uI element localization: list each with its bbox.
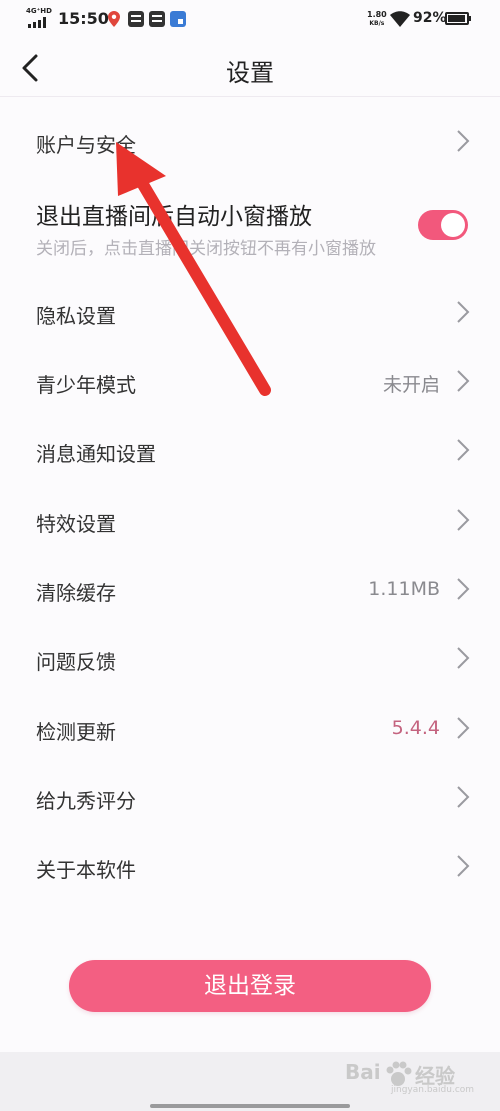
settings-row-notifications[interactable]: 消息通知设置 [0, 416, 500, 484]
notification-app-icon-2 [149, 11, 165, 27]
page-title: 设置 [226, 59, 274, 87]
chevron-right-icon [457, 717, 470, 739]
settings-row-rate-app[interactable]: 给九秀评分 [0, 763, 500, 831]
chevron-right-icon [457, 786, 470, 808]
notification-app-icon-3 [170, 11, 186, 27]
row-label: 隐私设置 [36, 304, 116, 328]
chevron-right-icon [457, 301, 470, 323]
chevron-right-icon [457, 578, 470, 600]
chevron-right-icon [457, 647, 470, 669]
row-label: 关于本软件 [36, 858, 136, 882]
row-label: 检测更新 [36, 720, 116, 744]
row-label: 特效设置 [36, 512, 116, 536]
status-time: 15:50 [58, 9, 109, 28]
settings-row-account-security[interactable]: 账户与安全 [0, 105, 500, 175]
settings-row-clear-cache[interactable]: 清除缓存 1.11MB [0, 555, 500, 623]
chevron-right-icon [457, 439, 470, 461]
battery-percent: 92% [413, 10, 447, 26]
status-bar: 4G⁺HD 15:50 1.80 KB/s 92% [0, 0, 500, 40]
mini-window-description: 关闭后，点击直播间关闭按钮不再有小窗播放 [36, 239, 376, 259]
settings-row-privacy[interactable]: 隐私设置 [0, 278, 500, 346]
home-indicator[interactable] [150, 1104, 350, 1108]
battery-tip [469, 16, 471, 21]
row-label: 清除缓存 [36, 581, 116, 605]
row-label: 给九秀评分 [36, 789, 136, 813]
row-label: 青少年模式 [36, 373, 136, 397]
chevron-right-icon [457, 130, 470, 152]
settings-row-feedback[interactable]: 问题反馈 [0, 624, 500, 692]
toggle-knob [441, 213, 465, 237]
battery-fill [448, 15, 465, 22]
chevron-right-icon [457, 509, 470, 531]
settings-row-about[interactable]: 关于本软件 [0, 832, 500, 900]
settings-screen: 4G⁺HD 15:50 1.80 KB/s 92% 设置 账户与安全 退出直播间… [0, 0, 500, 1111]
baidu-jingyan-watermark: Bai 经验 jingyan.baidu.com [345, 1060, 475, 1095]
youth-mode-status: 未开启 [382, 374, 440, 396]
row-label: 账户与安全 [36, 133, 136, 157]
location-pin-icon [108, 11, 120, 27]
row-label: 问题反馈 [36, 650, 116, 674]
network-speed: 1.80 KB/s [367, 10, 387, 27]
nav-header: 设置 [0, 40, 500, 97]
cache-size: 1.11MB [368, 578, 440, 600]
chevron-right-icon [457, 855, 470, 877]
settings-row-check-update[interactable]: 检测更新 5.4.4 [0, 694, 500, 762]
row-label: 消息通知设置 [36, 442, 156, 466]
wifi-icon [390, 11, 410, 27]
notification-app-icon [128, 11, 144, 27]
network-type: 4G⁺HD [26, 7, 52, 15]
mini-window-toggle[interactable] [418, 210, 468, 240]
logout-button[interactable]: 退出登录 [69, 960, 431, 1012]
app-version: 5.4.4 [391, 717, 440, 739]
settings-row-youth-mode[interactable]: 青少年模式 未开启 [0, 347, 500, 415]
battery-icon [445, 12, 469, 25]
cellular-signal-icon: 4G⁺HD [26, 7, 52, 30]
chevron-right-icon [457, 370, 470, 392]
settings-row-effects[interactable]: 特效设置 [0, 486, 500, 554]
mini-window-title: 退出直播间后自动小窗播放 [36, 204, 312, 230]
